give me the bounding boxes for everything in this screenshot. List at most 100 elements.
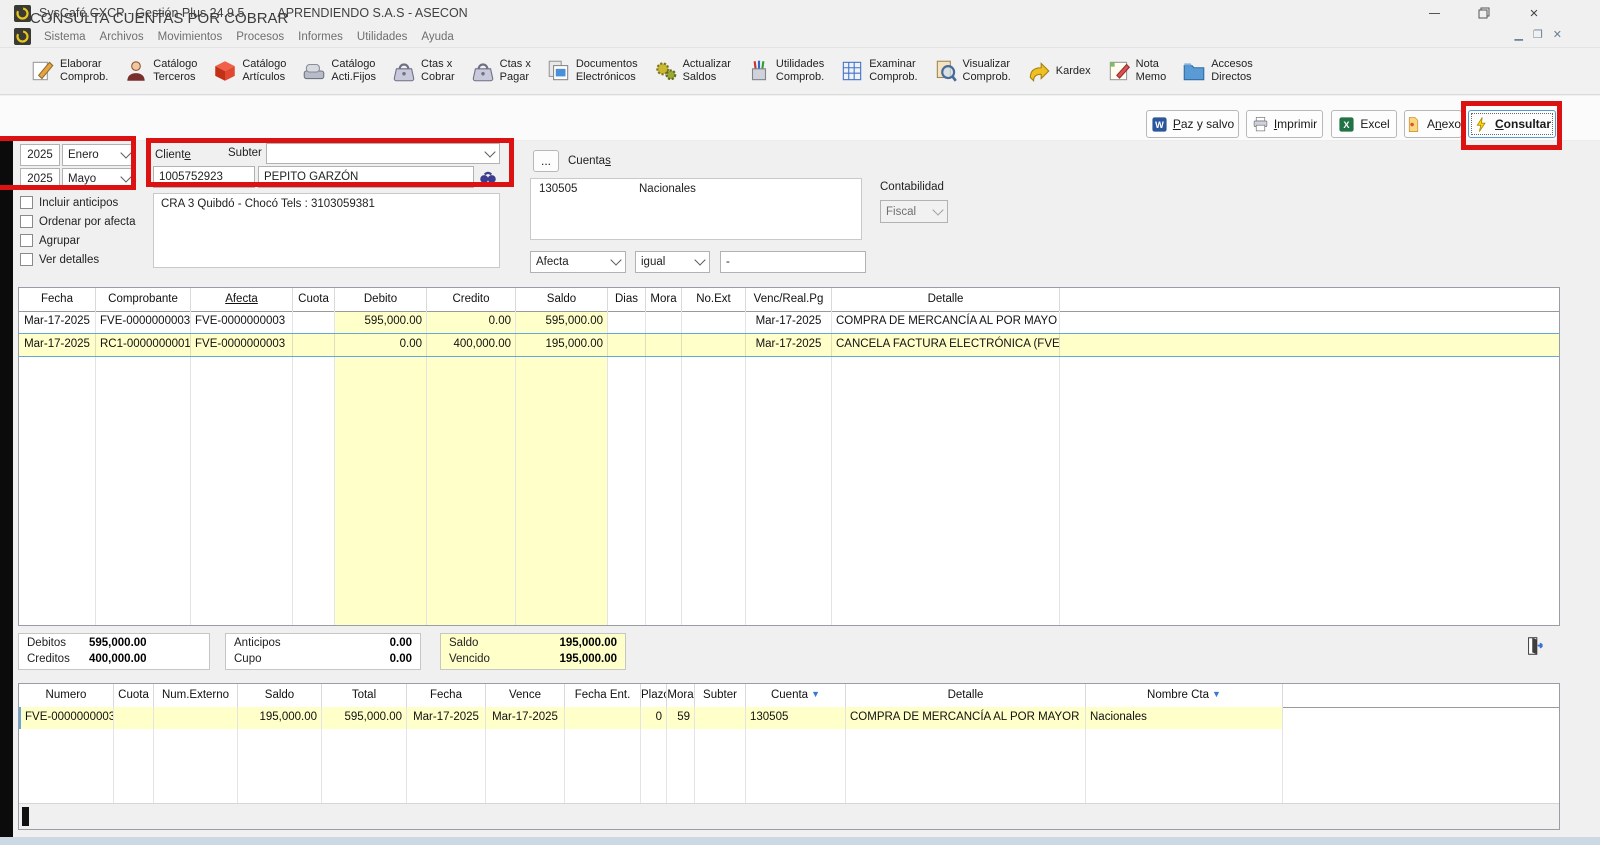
column-header[interactable]: Vence (486, 684, 565, 707)
toolbar-button-examinar-comprob[interactable]: ExaminarComprob. (839, 58, 917, 84)
column-header[interactable]: Detalle (846, 684, 1086, 707)
menu-utilidades[interactable]: Utilidades (350, 31, 415, 43)
column-header[interactable]: Comprobante (96, 288, 191, 311)
column-header[interactable]: Fecha Ent. (565, 684, 641, 707)
toolbar-button-catalogo-articulos[interactable]: CatálogoArtículos (212, 58, 286, 84)
column-header[interactable]: Mora (667, 684, 695, 707)
toolbar-button-nota-memo[interactable]: NotaMemo (1106, 58, 1167, 84)
toolbar-button-documentos-electronicos[interactable]: DocumentosElectrónicos (546, 58, 638, 84)
exit-button[interactable] (1524, 635, 1546, 657)
column-header[interactable]: Mora (646, 288, 682, 311)
checkbox-ordenar-por-afecta[interactable]: Ordenar por afecta (20, 215, 136, 228)
column-header[interactable]: Num.Externo (154, 684, 238, 707)
mdi-minimize-icon[interactable]: ▁ (1514, 28, 1522, 41)
toolbar-button-kardex[interactable]: Kardex (1026, 58, 1091, 84)
column-header[interactable]: Debito (335, 288, 427, 311)
restore-icon[interactable] (1476, 5, 1492, 21)
toolbar-button-catalogo-actifijos[interactable]: CatálogoActi.Fijos (301, 58, 376, 84)
year-from-field[interactable]: 2025 (20, 144, 60, 166)
column-header[interactable]: Afecta (191, 288, 293, 311)
column-header[interactable]: Numero (19, 684, 114, 707)
table-row[interactable]: Mar-17-2025 FVE-0000000003 FVE-000000000… (19, 311, 1559, 333)
paz-y-salvo-button[interactable]: W Paz y salvo (1146, 110, 1239, 138)
cliente-id-field[interactable]: 1005752923 (153, 166, 255, 188)
anexo-button[interactable]: Anexo (1404, 110, 1462, 138)
cuentas-browse-button[interactable]: ... (533, 150, 559, 172)
excel-button[interactable]: X Excel (1331, 110, 1397, 138)
column-header[interactable]: Total (322, 684, 407, 707)
column-header[interactable]: Saldo (238, 684, 322, 707)
column-header[interactable]: Saldo (516, 288, 608, 311)
application-window: SysCafé.CXCP - Gestión Plus 24.9.5 - APR… (0, 0, 1600, 845)
cupo-value: 0.00 (390, 652, 412, 667)
chevron-down-icon (610, 254, 621, 265)
column-header[interactable]: No.Ext (682, 288, 746, 311)
column-header[interactable]: Fecha (19, 288, 96, 311)
syscafe-logo-icon (14, 28, 31, 45)
contabilidad-select[interactable]: Fiscal (880, 200, 948, 223)
excel-icon: X (1338, 116, 1355, 133)
checkbox-incluir-anticipos[interactable]: Incluir anticipos (20, 196, 118, 209)
month-from-select[interactable]: Enero (62, 144, 136, 166)
imprimir-button[interactable]: Imprimir (1246, 110, 1323, 138)
month-to-select[interactable]: Mayo (62, 168, 136, 190)
menu-sistema[interactable]: Sistema (37, 31, 93, 43)
menu-informes[interactable]: Informes (291, 31, 350, 43)
mdi-restore-icon[interactable]: ❐ (1533, 28, 1543, 41)
syscafe-logo-icon (14, 5, 31, 22)
toolbar-button-utilidades-comprob[interactable]: UtilidadesComprob. (746, 58, 824, 84)
afecta-select[interactable]: Afecta (530, 251, 626, 273)
column-header[interactable]: Dias (608, 288, 646, 311)
main-grid[interactable]: Fecha Comprobante Afecta Cuota Debito Cr… (18, 287, 1560, 626)
column-header[interactable]: Credito (427, 288, 516, 311)
cliente-nombre-field[interactable]: PEPITO GARZÓN (258, 166, 474, 188)
table-row-selected[interactable]: Mar-17-2025 RC1-0000000001 FVE-000000000… (19, 333, 1559, 357)
window-company: - APRENDIENDO S.A.S - ASECON (270, 6, 467, 20)
mdi-window-controls: ▁ ❐ ✕ (1514, 28, 1562, 41)
column-header[interactable]: Cuota (293, 288, 335, 311)
menu-movimientos[interactable]: Movimientos (151, 31, 230, 43)
lightning-icon (1473, 116, 1490, 133)
horizontal-scrollbar[interactable] (19, 803, 1559, 829)
purse-icon (470, 58, 496, 84)
column-header[interactable]: Subter (695, 684, 746, 707)
column-header[interactable]: Plazo (641, 684, 667, 707)
column-header[interactable]: Fecha (407, 684, 486, 707)
menu-archivos[interactable]: Archivos (93, 31, 151, 43)
toolbar-button-ctas-x-pagar[interactable]: Ctas xPagar (470, 58, 531, 84)
column-header[interactable]: Cuenta▼ (746, 684, 846, 707)
year-to-field[interactable]: 2025 (20, 168, 60, 190)
column-header[interactable]: Cuota (114, 684, 154, 707)
kardex-arrow-icon (1026, 58, 1052, 84)
contabilidad-label: Contabilidad (880, 181, 944, 193)
toolbar-button-elaborar-comprob[interactable]: ElaborarComprob. (30, 58, 108, 84)
detail-grid[interactable]: Numero Cuota Num.Externo Saldo Total Fec… (18, 683, 1560, 830)
subter-select[interactable] (266, 143, 500, 164)
igual-select[interactable]: igual (635, 251, 710, 273)
filtro-valor-field[interactable]: - (720, 251, 866, 273)
column-header[interactable]: Venc/Real.Pg (746, 288, 832, 311)
checkbox-agrupar[interactable]: Agrupar (20, 234, 80, 247)
toolbar-button-accesos-directos[interactable]: AccesosDirectos (1181, 58, 1253, 84)
toolbar-button-catalogo-terceros[interactable]: CatálogoTerceros (123, 58, 197, 84)
mdi-close-icon[interactable]: ✕ (1553, 28, 1562, 41)
checkbox-icon (20, 234, 33, 247)
buscar-cliente-button[interactable] (478, 167, 498, 187)
menu-ayuda[interactable]: Ayuda (414, 31, 460, 43)
checkbox-ver-detalles[interactable]: Ver detalles (20, 253, 99, 266)
menu-procesos[interactable]: Procesos (229, 31, 291, 43)
table-row-selected[interactable]: FVE-0000000003 195,000.00 595,000.00 Mar… (19, 707, 1559, 729)
toolbar-button-actualizar-saldos[interactable]: ActualizarSaldos (653, 58, 731, 84)
button-label: Excel (1360, 117, 1389, 131)
column-header[interactable]: Detalle (832, 288, 1060, 311)
cuenta-codigo: 130505 (539, 183, 639, 195)
consultar-button[interactable]: Consultar (1468, 110, 1556, 138)
toolbar-button-ctas-x-cobrar[interactable]: Ctas xCobrar (391, 58, 455, 84)
close-icon[interactable]: × (1526, 5, 1542, 21)
electronic-documents-icon (546, 58, 572, 84)
toolbar-button-visualizar-comprob[interactable]: VisualizarComprob. (933, 58, 1011, 84)
column-header[interactable]: Nombre Cta▼ (1086, 684, 1283, 707)
cuentas-listbox[interactable]: 130505 Nacionales (530, 178, 862, 240)
checkbox-icon (20, 215, 33, 228)
minimize-icon[interactable] (1426, 5, 1442, 21)
